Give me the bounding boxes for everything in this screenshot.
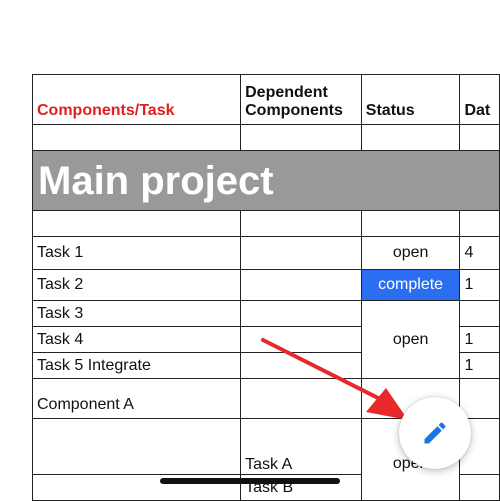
task-cell[interactable]: Task 2 xyxy=(31,269,242,301)
header-dependent-line2: Components xyxy=(245,102,343,119)
header-components-task[interactable]: Components/Task xyxy=(31,74,242,125)
task-cell[interactable]: Task 1 xyxy=(31,236,242,270)
cell[interactable] xyxy=(459,210,500,237)
table-row: Task 2 complete 1 xyxy=(31,269,500,301)
header-date[interactable]: Dat xyxy=(459,74,500,125)
dependent-cell[interactable]: Task A xyxy=(240,418,362,475)
dependent-cell[interactable] xyxy=(240,352,362,379)
cell[interactable] xyxy=(31,210,242,237)
date-cell[interactable] xyxy=(459,378,500,419)
dependent-cell[interactable] xyxy=(240,236,362,270)
header-dependent-line1: Dependent xyxy=(245,84,328,101)
task-cell[interactable]: Task 4 xyxy=(31,326,242,353)
date-cell[interactable]: 1 xyxy=(459,269,500,301)
cell[interactable] xyxy=(240,210,362,237)
status-cell-merged[interactable]: open xyxy=(360,300,461,379)
pencil-icon xyxy=(424,422,446,444)
date-cell[interactable] xyxy=(459,300,500,327)
cell[interactable] xyxy=(360,124,461,151)
dependent-cell[interactable] xyxy=(240,269,362,301)
dependent-cell[interactable] xyxy=(240,326,362,353)
table-row: Task 1 open 4 xyxy=(31,236,500,270)
cell[interactable] xyxy=(240,124,362,151)
status-cell-complete[interactable]: complete xyxy=(360,269,461,301)
dependent-cell[interactable] xyxy=(240,300,362,327)
header-status[interactable]: Status xyxy=(360,74,461,125)
header-row: Components/Task Dependent Components Sta… xyxy=(31,74,500,125)
section-title[interactable]: Main project xyxy=(32,150,500,211)
task-cell[interactable]: Task 3 xyxy=(31,300,242,327)
task-cell[interactable]: Task 5 Integrate xyxy=(31,352,242,379)
section-row: Main project xyxy=(32,150,500,211)
cell[interactable] xyxy=(31,124,242,151)
edit-fab-button[interactable] xyxy=(399,397,471,469)
task-cell[interactable]: Component A xyxy=(31,378,242,419)
home-indicator xyxy=(160,478,340,484)
task-cell[interactable] xyxy=(31,418,242,475)
header-dependent-components[interactable]: Dependent Components xyxy=(240,74,362,125)
status-cell[interactable]: open xyxy=(360,236,461,270)
table-row xyxy=(31,210,500,237)
date-cell[interactable]: 4 xyxy=(459,236,500,270)
date-cell[interactable]: 1 xyxy=(459,326,500,353)
cell[interactable] xyxy=(360,210,461,237)
cell[interactable] xyxy=(459,124,500,151)
dependent-cell[interactable] xyxy=(240,378,362,419)
date-cell[interactable]: 1 xyxy=(459,352,500,379)
table-row xyxy=(31,124,500,151)
table-row: Task 3 open xyxy=(31,300,500,379)
